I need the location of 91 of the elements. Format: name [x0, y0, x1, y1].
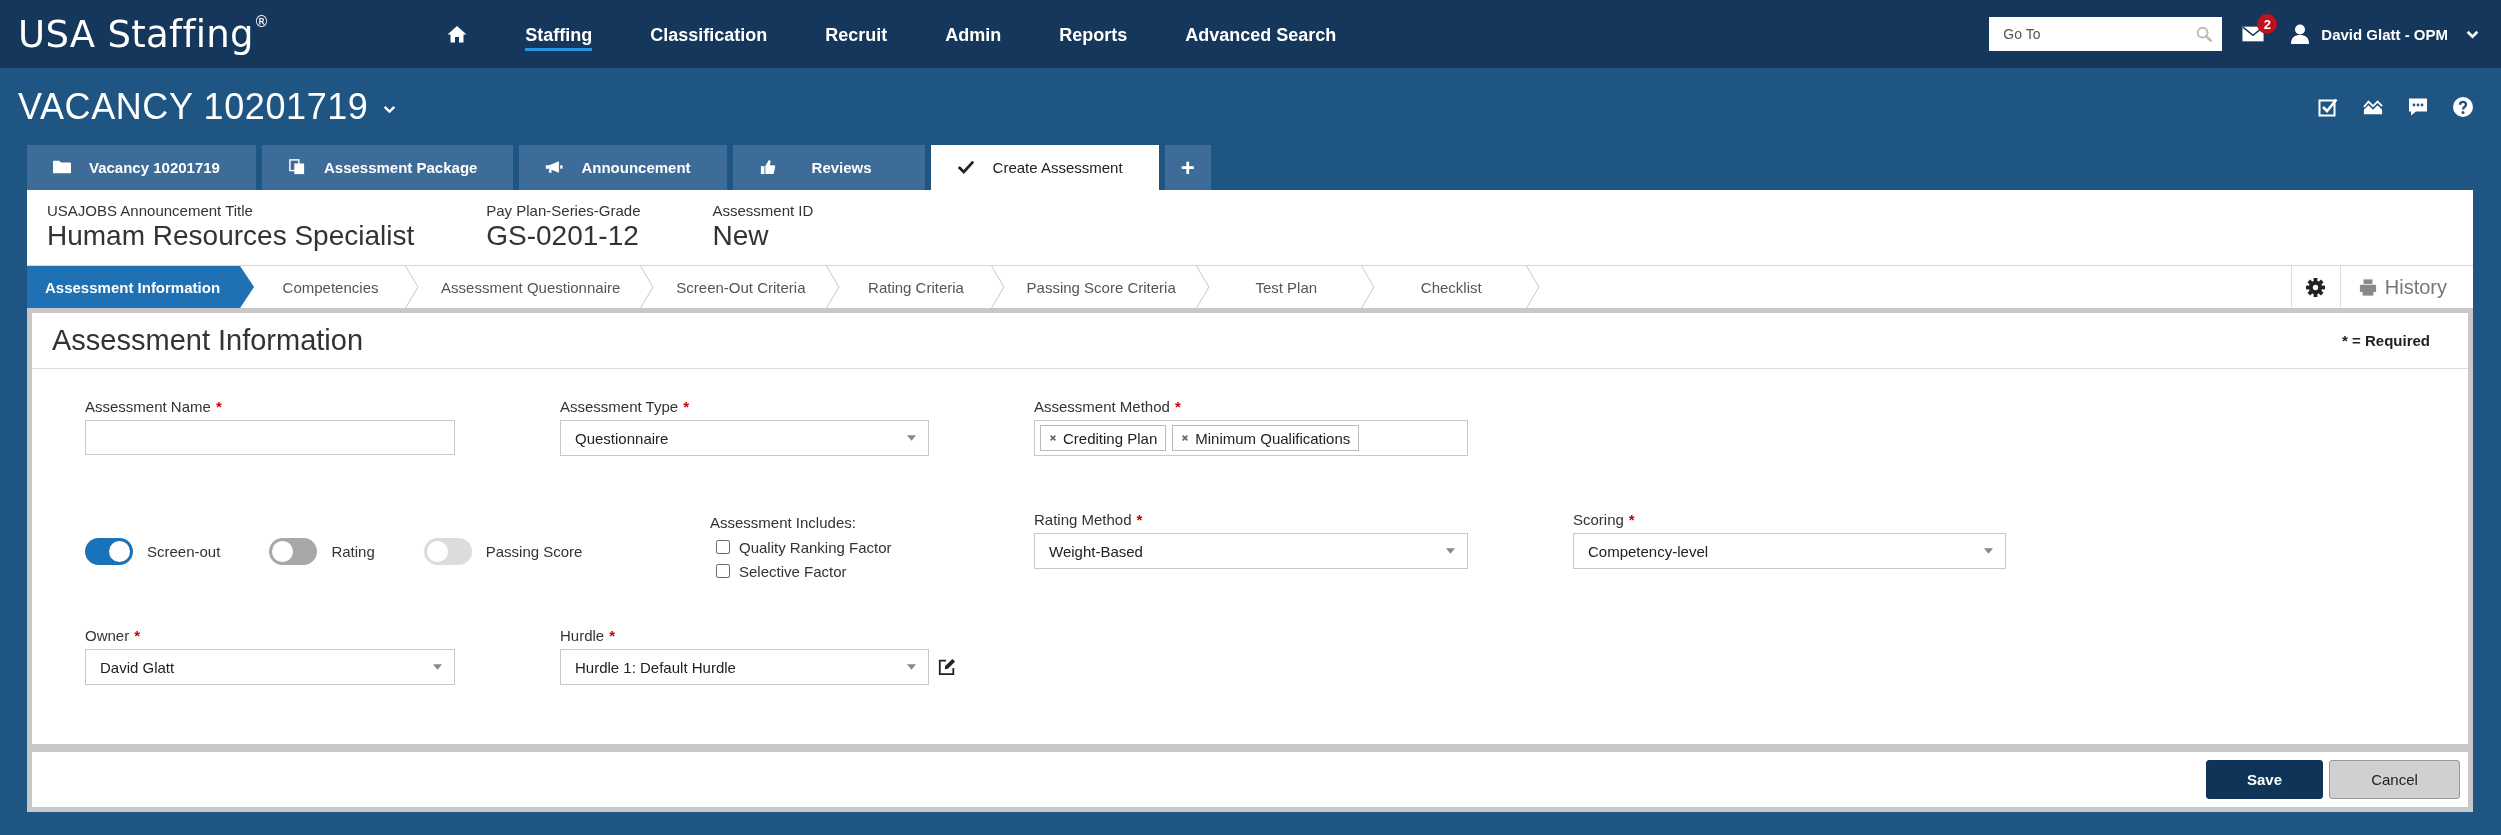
checklist-icon[interactable]: [2318, 96, 2338, 117]
save-button[interactable]: Save: [2206, 760, 2323, 799]
toggle-label: Rating: [331, 542, 375, 560]
checkbox[interactable]: [716, 564, 730, 578]
checkbox[interactable]: [716, 540, 730, 554]
summary-value: GS-0201-12: [486, 220, 640, 252]
nav-link[interactable]: Staffing: [525, 17, 593, 51]
required-mark: *: [609, 627, 616, 645]
checkbox-label: Selective Factor: [739, 562, 847, 580]
nav-link[interactable]: Classification: [650, 17, 768, 51]
checkbox-label: Quality Ranking Factor: [739, 538, 892, 556]
step-tab[interactable]: Assessment Questionnaire: [419, 266, 655, 308]
tag-label: Minimum Qualifications: [1195, 429, 1351, 447]
dropdown[interactable]: Questionnaire: [560, 420, 929, 456]
step-tab[interactable]: Rating Criteria: [839, 266, 1005, 308]
dropdown[interactable]: Weight-Based: [1034, 533, 1468, 569]
summary-value: New: [712, 220, 770, 252]
nav-link[interactable]: Advanced Search: [1185, 17, 1337, 51]
required-mark: *: [1136, 511, 1143, 529]
chat-icon[interactable]: [2408, 96, 2428, 117]
remove-icon[interactable]: [1049, 434, 1057, 442]
dropdown-caret-icon: [907, 664, 916, 670]
logo[interactable]: USA Staffing$^{®}$: [18, 15, 270, 53]
step-tab[interactable]: Assessment Information: [27, 266, 255, 308]
help-icon[interactable]: [2453, 96, 2473, 117]
text-input[interactable]: [85, 420, 455, 455]
copy-icon: [287, 159, 306, 175]
required-mark: *: [134, 627, 141, 645]
toggle-label: Passing Score: [485, 542, 583, 560]
field-label: Assessment Method: [1034, 398, 1170, 416]
field-label: Hurdle: [560, 627, 605, 645]
thumbs-up-icon: [758, 159, 777, 175]
vacancy-title[interactable]: VACANCY 10201719: [18, 85, 369, 128]
required-mark: *: [1174, 398, 1181, 416]
edit-icon[interactable]: [938, 658, 956, 676]
required-mark: *: [215, 398, 222, 416]
field-label: Scoring: [1573, 511, 1624, 529]
nav-link[interactable]: Reports: [1059, 17, 1128, 51]
mail-icon[interactable]: [2242, 26, 2265, 42]
check-icon: [956, 159, 975, 175]
dropdown[interactable]: Competency-level: [1573, 533, 2006, 569]
dropdown-caret-icon: [1446, 548, 1455, 554]
cancel-button[interactable]: Cancel: [2329, 760, 2460, 799]
step-tab[interactable]: Passing Score Criteria: [1004, 266, 1210, 308]
group-label: Assessment Includes:: [710, 514, 857, 532]
tab[interactable]: Announcement: [519, 145, 727, 190]
caret-icon[interactable]: [2466, 29, 2479, 39]
tab[interactable]: Reviews: [732, 145, 925, 190]
required-mark: *: [683, 398, 689, 416]
tab[interactable]: Create Assessment: [930, 145, 1159, 190]
remove-icon[interactable]: [1181, 434, 1190, 442]
step-tab[interactable]: Test Plan: [1209, 266, 1375, 308]
megaphone-icon: [545, 159, 564, 175]
required-note: * = Required: [2342, 332, 2430, 349]
toggle-label: Screen-out: [147, 542, 221, 560]
tag-label: Crediting Plan: [1063, 429, 1158, 447]
summary-value: Humam Resources Specialist: [47, 220, 415, 252]
field-label: Rating Method: [1034, 511, 1132, 529]
summary-label: Pay Plan-Series-Grade: [486, 202, 641, 220]
tag-input[interactable]: Crediting Plan Minimum Qualifications: [1034, 420, 1468, 456]
search-field[interactable]: Go To: [1989, 17, 2223, 51]
step-tab[interactable]: Screen-Out Criteria: [654, 266, 840, 308]
toggle-switch[interactable]: [85, 537, 133, 565]
caret-icon[interactable]: [382, 105, 396, 114]
section-title: Assessment Information: [52, 324, 364, 357]
home-icon[interactable]: [447, 25, 468, 43]
folder-icon: [53, 159, 71, 175]
summary-label: Assessment ID: [712, 202, 814, 220]
dropdown[interactable]: David Glatt: [85, 649, 455, 685]
dropdown[interactable]: Hurdle 1: Default Hurdle: [560, 649, 929, 685]
field-label: Assessment Name: [85, 398, 211, 416]
notification-badge: 2: [2257, 14, 2278, 34]
tab[interactable]: Vacancy 10201719: [27, 145, 256, 190]
field-label: Owner: [85, 627, 130, 645]
toggle-switch[interactable]: [269, 537, 318, 565]
dropdown-caret-icon: [433, 664, 442, 670]
user-icon[interactable]: [2291, 24, 2310, 44]
nav-link[interactable]: Admin: [945, 17, 1002, 51]
add-tab-button[interactable]: +: [1164, 145, 1211, 190]
nav-link[interactable]: Recruit: [825, 17, 888, 51]
printer-icon: [2358, 278, 2377, 296]
step-tab[interactable]: Competencies: [254, 266, 420, 308]
settings-icon[interactable]: [2306, 277, 2326, 297]
tab[interactable]: Assessment Package: [261, 145, 514, 190]
required-mark: *: [1628, 511, 1635, 529]
summary-label: USAJOBS Announcement Title: [47, 202, 254, 220]
user-name[interactable]: David Glatt - OPM: [2321, 25, 2448, 43]
dropdown-caret-icon: [1984, 548, 1993, 554]
dropdown-caret-icon: [907, 435, 916, 441]
step-tab[interactable]: Checklist: [1374, 266, 1540, 308]
field-label: Assessment Type: [560, 398, 679, 416]
